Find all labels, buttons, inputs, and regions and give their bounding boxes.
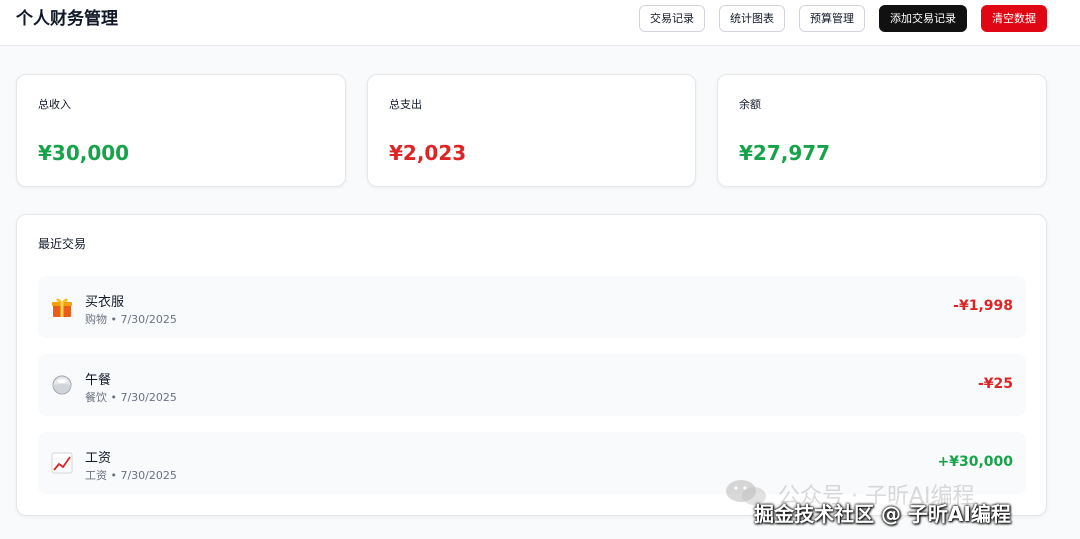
transaction-amount: -¥1,998 [953, 298, 1013, 314]
gift-icon [50, 295, 74, 319]
balance-card: 余额 ¥27,977 [717, 74, 1047, 187]
transactions-button[interactable]: 交易记录 [639, 5, 705, 32]
transaction-title: 工资 [85, 451, 112, 466]
expense-value: ¥2,023 [389, 141, 467, 165]
recent-transactions-title: 最近交易 [38, 237, 87, 251]
budget-button[interactable]: 预算管理 [799, 5, 865, 32]
income-value: ¥30,000 [38, 141, 130, 165]
expense-card: 总支出 ¥2,023 [367, 74, 696, 187]
transaction-title: 买衣服 [85, 295, 125, 310]
income-label: 总收入 [38, 98, 71, 111]
recent-transactions-card: 最近交易 买衣服 购物 • 7/30/2025 -¥1,998 午餐 餐饮 • … [16, 214, 1047, 516]
balance-label: 余额 [739, 98, 761, 111]
add-transaction-button[interactable]: 添加交易记录 [879, 5, 967, 32]
clear-data-button[interactable]: 清空数据 [981, 5, 1047, 32]
chart-up-icon [50, 451, 74, 475]
transaction-row[interactable]: 买衣服 购物 • 7/30/2025 -¥1,998 [38, 276, 1026, 338]
transaction-title: 午餐 [85, 373, 112, 388]
transaction-amount: +¥30,000 [937, 454, 1014, 470]
transaction-amount: -¥25 [977, 376, 1013, 392]
watermark: 公众号 · 子昕AI编程 掘金技术社区 @ 子昕AI编程 [724, 476, 1074, 534]
income-card: 总收入 ¥30,000 [16, 74, 346, 187]
charts-button[interactable]: 统计图表 [719, 5, 785, 32]
top-bar: 个人财务管理 交易记录 统计图表 预算管理 添加交易记录 清空数据 [0, 0, 1080, 46]
watermark-community: 掘金技术社区 @ 子昕AI编程 [754, 502, 1011, 526]
transaction-meta: 购物 • 7/30/2025 [85, 313, 177, 326]
top-nav: 交易记录 统计图表 预算管理 添加交易记录 清空数据 [639, 5, 1047, 32]
app-title: 个人财务管理 [16, 9, 118, 29]
balance-value: ¥27,977 [739, 141, 831, 165]
transaction-row[interactable]: 午餐 餐饮 • 7/30/2025 -¥25 [38, 354, 1026, 416]
transaction-meta: 餐饮 • 7/30/2025 [85, 391, 177, 404]
bowl-icon [50, 373, 74, 397]
transaction-meta: 工资 • 7/30/2025 [85, 469, 177, 482]
expense-label: 总支出 [389, 98, 422, 111]
